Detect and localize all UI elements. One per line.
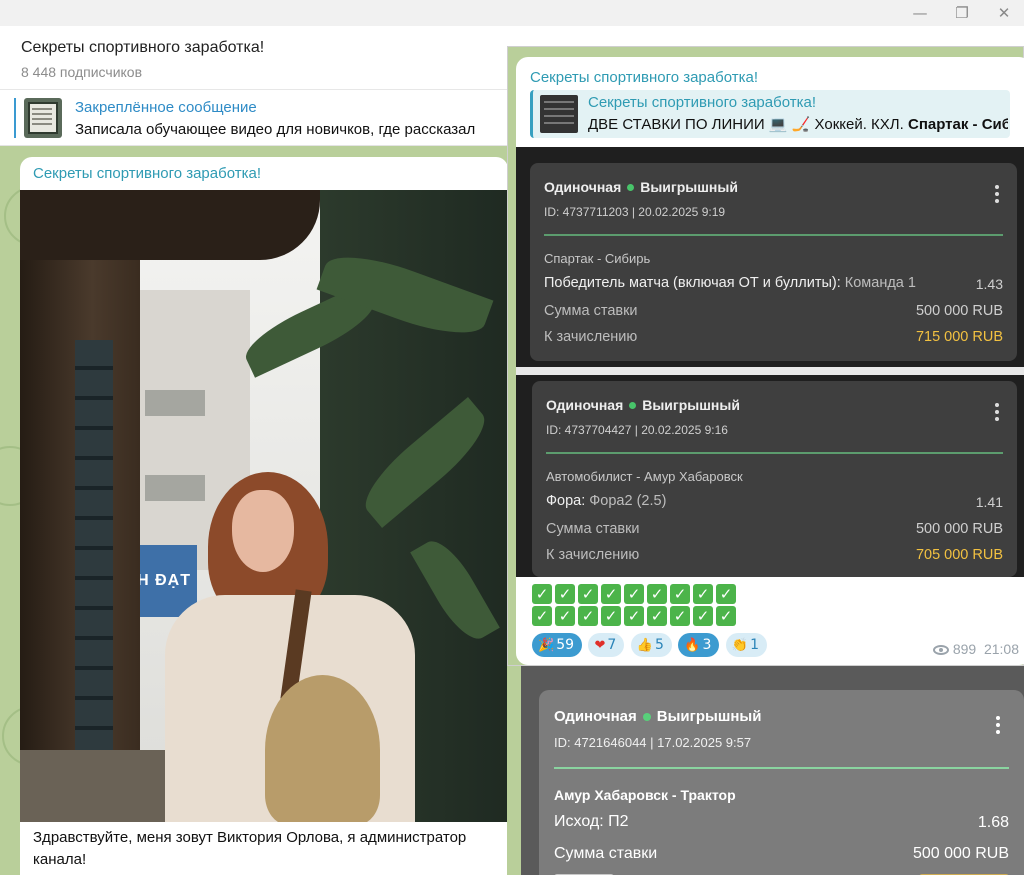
post-caption: Здравствуйте, меня зовут Виктория Орлова… [33, 829, 467, 868]
stake-value: 500 000 RUB [915, 303, 1003, 319]
bet-odd: 1.68 [977, 814, 1009, 831]
channel-title: Секреты спортивного заработка! [21, 39, 265, 56]
reactions-bar: 🎉 59 ❤ 7 👍 5 🔥 3 👏 1 [532, 633, 769, 659]
bet-post[interactable]: Секреты спортивного заработка! Секреты с… [516, 57, 1024, 665]
post-meta: 899 21:08 [932, 641, 1019, 657]
reaction-clap[interactable]: 👏 1 [725, 633, 767, 657]
pinned-title: Закреплённое сообщение [75, 99, 257, 116]
subscriber-count: 8 448 подписчиков [21, 64, 143, 80]
bet-post-window: Секреты спортивного заработка! Секреты с… [507, 46, 1024, 666]
check-mark-icon: ✓ [532, 584, 552, 604]
payout-value: 715 000 RUB [915, 329, 1003, 345]
check-mark-icon: ✓ [601, 584, 621, 604]
bet-id: ID: 4737711203 | 20.02.2025 9:19 [544, 205, 726, 219]
check-mark-icon: ✓ [578, 606, 598, 626]
bet-match: Спартак - Сибирь [544, 251, 651, 266]
check-mark-icon: ✓ [716, 606, 736, 626]
check-mark-icon: ✓ [716, 584, 736, 604]
bet-divider [554, 767, 1009, 769]
reaction-fire[interactable]: 🔥 3 [678, 633, 720, 657]
more-options-icon [995, 403, 999, 407]
stake-label: Сумма ставки [554, 845, 658, 862]
pinned-indicator [14, 98, 16, 138]
post-channel-name[interactable]: Секреты спортивного заработка! [530, 69, 758, 86]
check-mark-icon: ✓ [693, 606, 713, 626]
check-mark-icon: ✓ [532, 606, 552, 626]
reply-preview[interactable]: Секреты спортивного заработка! ДВЕ СТАВК… [530, 90, 1010, 138]
bet-id: ID: 4737704427 | 20.02.2025 9:16 [546, 423, 728, 437]
bet-match: Амур Хабаровск - Трактор [554, 787, 736, 803]
bet-post-partial: Одиночная Выигрышный ID: 4721646044 | 17.… [507, 666, 1024, 875]
bet-type-line: Одиночная Выигрышный [546, 397, 740, 413]
view-count: 899 [952, 641, 977, 657]
minimize-icon[interactable]: — [908, 2, 932, 24]
check-mark-icon: ✓ [624, 584, 644, 604]
check-mark-icon: ✓ [555, 584, 575, 604]
check-mark-icon: ✓ [601, 606, 621, 626]
stake-value: 500 000 RUB [912, 845, 1009, 862]
check-mark-icon: ✓ [578, 584, 598, 604]
stake-label: Сумма ставки [546, 521, 640, 537]
window-titlebar: — ❐ ✕ [0, 0, 1024, 26]
post-photo[interactable]: ÀNH ĐẠT [20, 190, 508, 822]
payout-label: К зачислению [546, 547, 640, 563]
close-icon[interactable]: ✕ [992, 2, 1016, 24]
pinned-text: Записала обучающее видео для новичков, г… [75, 121, 476, 138]
channel-post[interactable]: Секреты спортивного заработка! ÀNH ĐẠT З… [20, 157, 508, 875]
bet-card: Одиночная Выигрышный ID: 4737711203 | 20.… [530, 163, 1017, 361]
restore-icon[interactable]: ❐ [950, 2, 974, 24]
check-mark-icon: ✓ [693, 584, 713, 604]
payout-value: 705 000 RUB [915, 547, 1003, 563]
check-mark-icon: ✓ [647, 606, 667, 626]
bet-odd: 1.41 [975, 494, 1003, 510]
reaction-party[interactable]: 🎉 59 [532, 633, 583, 657]
bet-id: ID: 4721646044 | 17.02.2025 9:57 [554, 735, 752, 750]
check-mark-icon: ✓ [670, 606, 690, 626]
win-status-dot [629, 402, 637, 410]
post-time: 21:08 [983, 641, 1019, 657]
bet-market: Исход: П2 [554, 813, 629, 830]
stake-label: Сумма ставки [544, 303, 638, 319]
reaction-heart[interactable]: ❤ 7 [588, 633, 625, 657]
win-status-dot [642, 712, 651, 721]
check-emoji-rows: ✓ ✓ ✓ ✓ ✓ ✓ ✓ ✓ ✓ ✓ ✓ ✓ ✓ ✓ ✓ ✓ ✓ ✓ [532, 584, 832, 628]
bet-type-line: Одиночная Выигрышный [554, 708, 762, 725]
more-options-icon [995, 185, 999, 189]
bet-market: Фора: Фора2 (2.5) [546, 493, 667, 509]
win-status-dot [627, 184, 635, 192]
check-mark-icon: ✓ [555, 606, 575, 626]
reply-text: ДВЕ СТАВКИ ПО ЛИНИИ 💻 🏒 Хоккей. КХЛ. Спа… [588, 116, 1008, 133]
bet-divider [544, 234, 1003, 236]
check-mark-icon: ✓ [647, 584, 667, 604]
bet-odd: 1.43 [975, 276, 1003, 292]
eye-icon [932, 645, 949, 655]
reply-thumbnail [540, 95, 578, 133]
reaction-thumbs-up[interactable]: 👍 5 [630, 633, 672, 657]
bet-screenshot[interactable]: Одиночная Выигрышный ID: 4737711203 | 20.… [516, 147, 1024, 577]
bet-card[interactable]: Одиночная Выигрышный ID: 4721646044 | 17.… [539, 690, 1024, 875]
bet-card: Одиночная Выигрышный ID: 4737704427 | 20.… [532, 381, 1017, 577]
bet-match: Автомобилист - Амур Хабаровск [546, 469, 743, 484]
payout-label: К зачислению [544, 329, 638, 345]
check-mark-icon: ✓ [624, 606, 644, 626]
check-mark-icon: ✓ [670, 584, 690, 604]
bet-market: Победитель матча (включая ОТ и буллиты):… [544, 275, 916, 291]
reply-title: Секреты спортивного заработка! [588, 94, 816, 111]
stake-value: 500 000 RUB [915, 521, 1003, 537]
post-channel-name[interactable]: Секреты спортивного заработка! [33, 165, 261, 182]
pinned-thumbnail [24, 98, 62, 138]
bet-type-line: Одиночная Выигрышный [544, 179, 738, 195]
bet-divider [546, 452, 1003, 454]
more-options-icon [996, 716, 1000, 720]
